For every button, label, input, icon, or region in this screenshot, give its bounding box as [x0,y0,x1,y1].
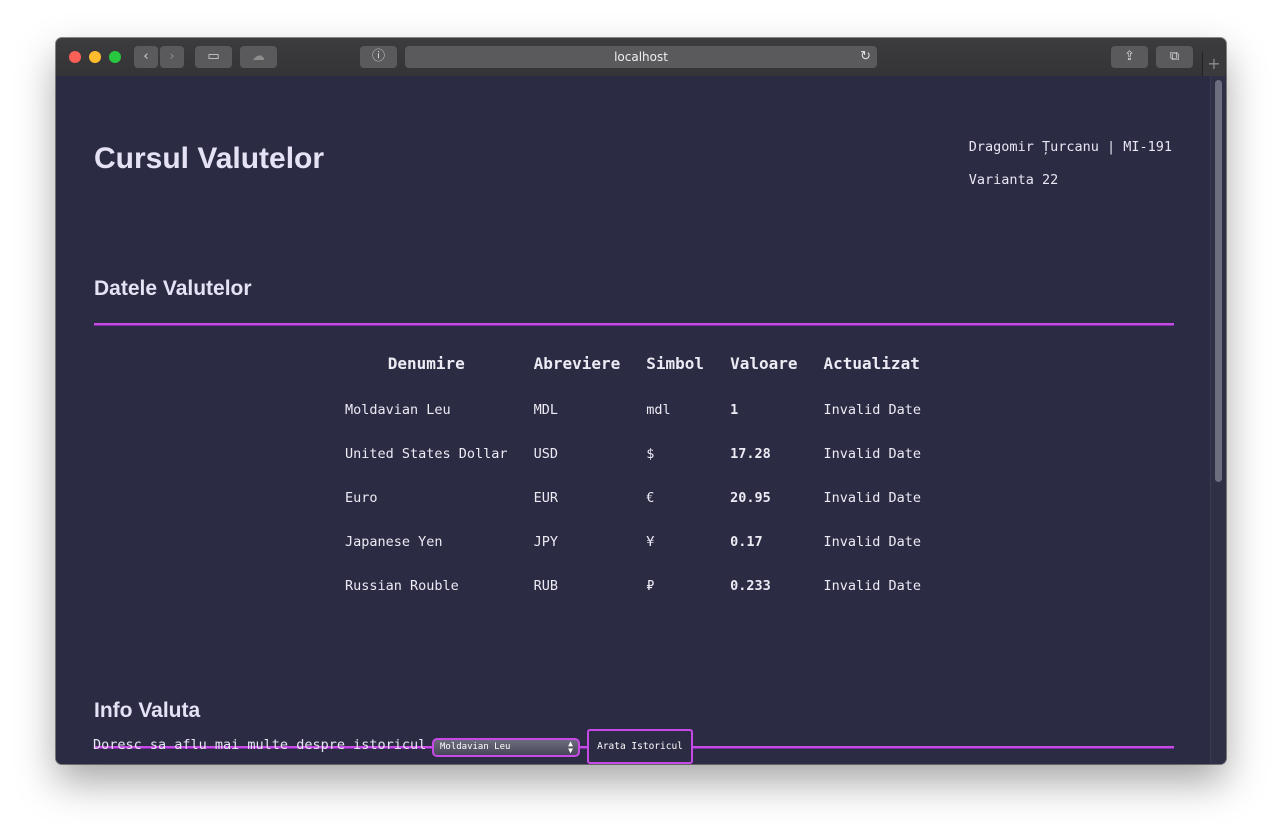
share-icon[interactable]: ⇪ [1111,46,1148,68]
currency-abbr: JPY [533,534,558,550]
currency-name: Euro [345,490,378,506]
currency-abbr: RUB [533,578,558,594]
table-header-row: Denumire Abreviere Simbol Valoare Actual… [332,354,934,388]
browser-window: ‹ › ▭ ☁ ⓘ localhost ↻ ⇪ ⧉ + Cursul Valut… [56,38,1226,764]
cloud-tabs-icon[interactable]: ☁ [240,46,277,68]
currency-updated: Invalid Date [823,446,922,462]
currency-value: 0.233 [730,578,771,594]
column-header-name: Denumire [387,354,465,373]
currency-name: Russian Rouble [345,578,459,594]
back-icon[interactable]: ‹ [134,46,158,68]
column-header-value: Valoare [730,354,798,373]
scrollbar-thumb[interactable] [1215,80,1222,482]
show-history-button[interactable]: Arata Istoricul [587,729,693,764]
currency-abbr: EUR [533,490,558,506]
currency-updated: Invalid Date [823,490,922,506]
currency-value: 17.28 [730,446,771,462]
currency-updated: Invalid Date [823,578,922,594]
show-tabs-icon[interactable]: ⧉ [1156,46,1193,68]
section-divider [94,323,1174,325]
currency-symbol: $ [646,446,655,462]
currency-value: 20.95 [730,490,771,506]
info-heading: Info Valuta [94,699,201,722]
currency-symbol: ¥ [646,534,655,550]
variant-label: Varianta 22 [968,172,1059,188]
table-row: Moldavian Leu MDL mdl 1 Invalid Date [332,388,934,432]
sidebar-icon[interactable]: ▭ [195,46,232,68]
close-window-button[interactable] [69,51,81,63]
minimize-window-button[interactable] [89,51,101,63]
currency-value: 1 [730,402,739,418]
currency-select-value: Moldavian Leu [440,742,511,752]
currency-updated: Invalid Date [823,402,922,418]
currency-symbol: mdl [646,402,671,418]
table-row: Russian Rouble RUB ₽ 0.233 Invalid Date [332,564,934,608]
forward-icon[interactable]: › [160,46,184,68]
column-header-symbol: Simbol [646,354,705,373]
page-title: Cursul Valutelor [94,142,325,175]
history-prompt: Doresc sa aflu mai multe despre istoricu… [93,737,427,753]
currency-abbr: MDL [533,402,558,418]
table-row: Euro EUR € 20.95 Invalid Date [332,476,934,520]
page-scrollbar[interactable] [1210,76,1226,764]
currency-name: United States Dollar [345,446,508,462]
currencies-heading: Datele Valutelor [94,277,252,300]
privacy-report-icon[interactable]: ⓘ [360,46,397,68]
currency-name: Moldavian Leu [345,402,451,418]
address-text: localhost [614,50,668,64]
table-row: United States Dollar USD $ 17.28 Invalid… [332,432,934,476]
currency-table: Denumire Abreviere Simbol Valoare Actual… [332,354,934,608]
currency-value: 0.17 [730,534,763,550]
reload-icon[interactable]: ↻ [860,49,871,64]
address-bar[interactable]: localhost ↻ [405,46,877,68]
column-header-abbr: Abreviere [533,354,621,373]
table-row: Japanese Yen JPY ¥ 0.17 Invalid Date [332,520,934,564]
author-info: Dragomir Țurcanu | MI-191 Varianta 22 [969,139,1172,205]
page-content: Cursul Valutelor Dragomir Țurcanu | MI-1… [56,76,1210,764]
currency-symbol: ₽ [646,578,655,594]
currency-select[interactable]: Moldavian Leu ▲ ▼ [432,738,580,757]
browser-toolbar: ‹ › ▭ ☁ ⓘ localhost ↻ ⇪ ⧉ + [56,38,1226,77]
currency-name: Japanese Yen [345,534,443,550]
new-tab-icon[interactable]: + [1202,52,1225,76]
zoom-window-button[interactable] [109,51,121,63]
author-name: Dragomir Țurcanu | MI-191 [968,139,1172,155]
currency-updated: Invalid Date [823,534,922,550]
select-arrows-icon: ▲ ▼ [568,739,573,755]
column-header-updated: Actualizat [823,354,920,373]
currency-symbol: € [646,490,655,506]
currency-abbr: USD [533,446,558,462]
